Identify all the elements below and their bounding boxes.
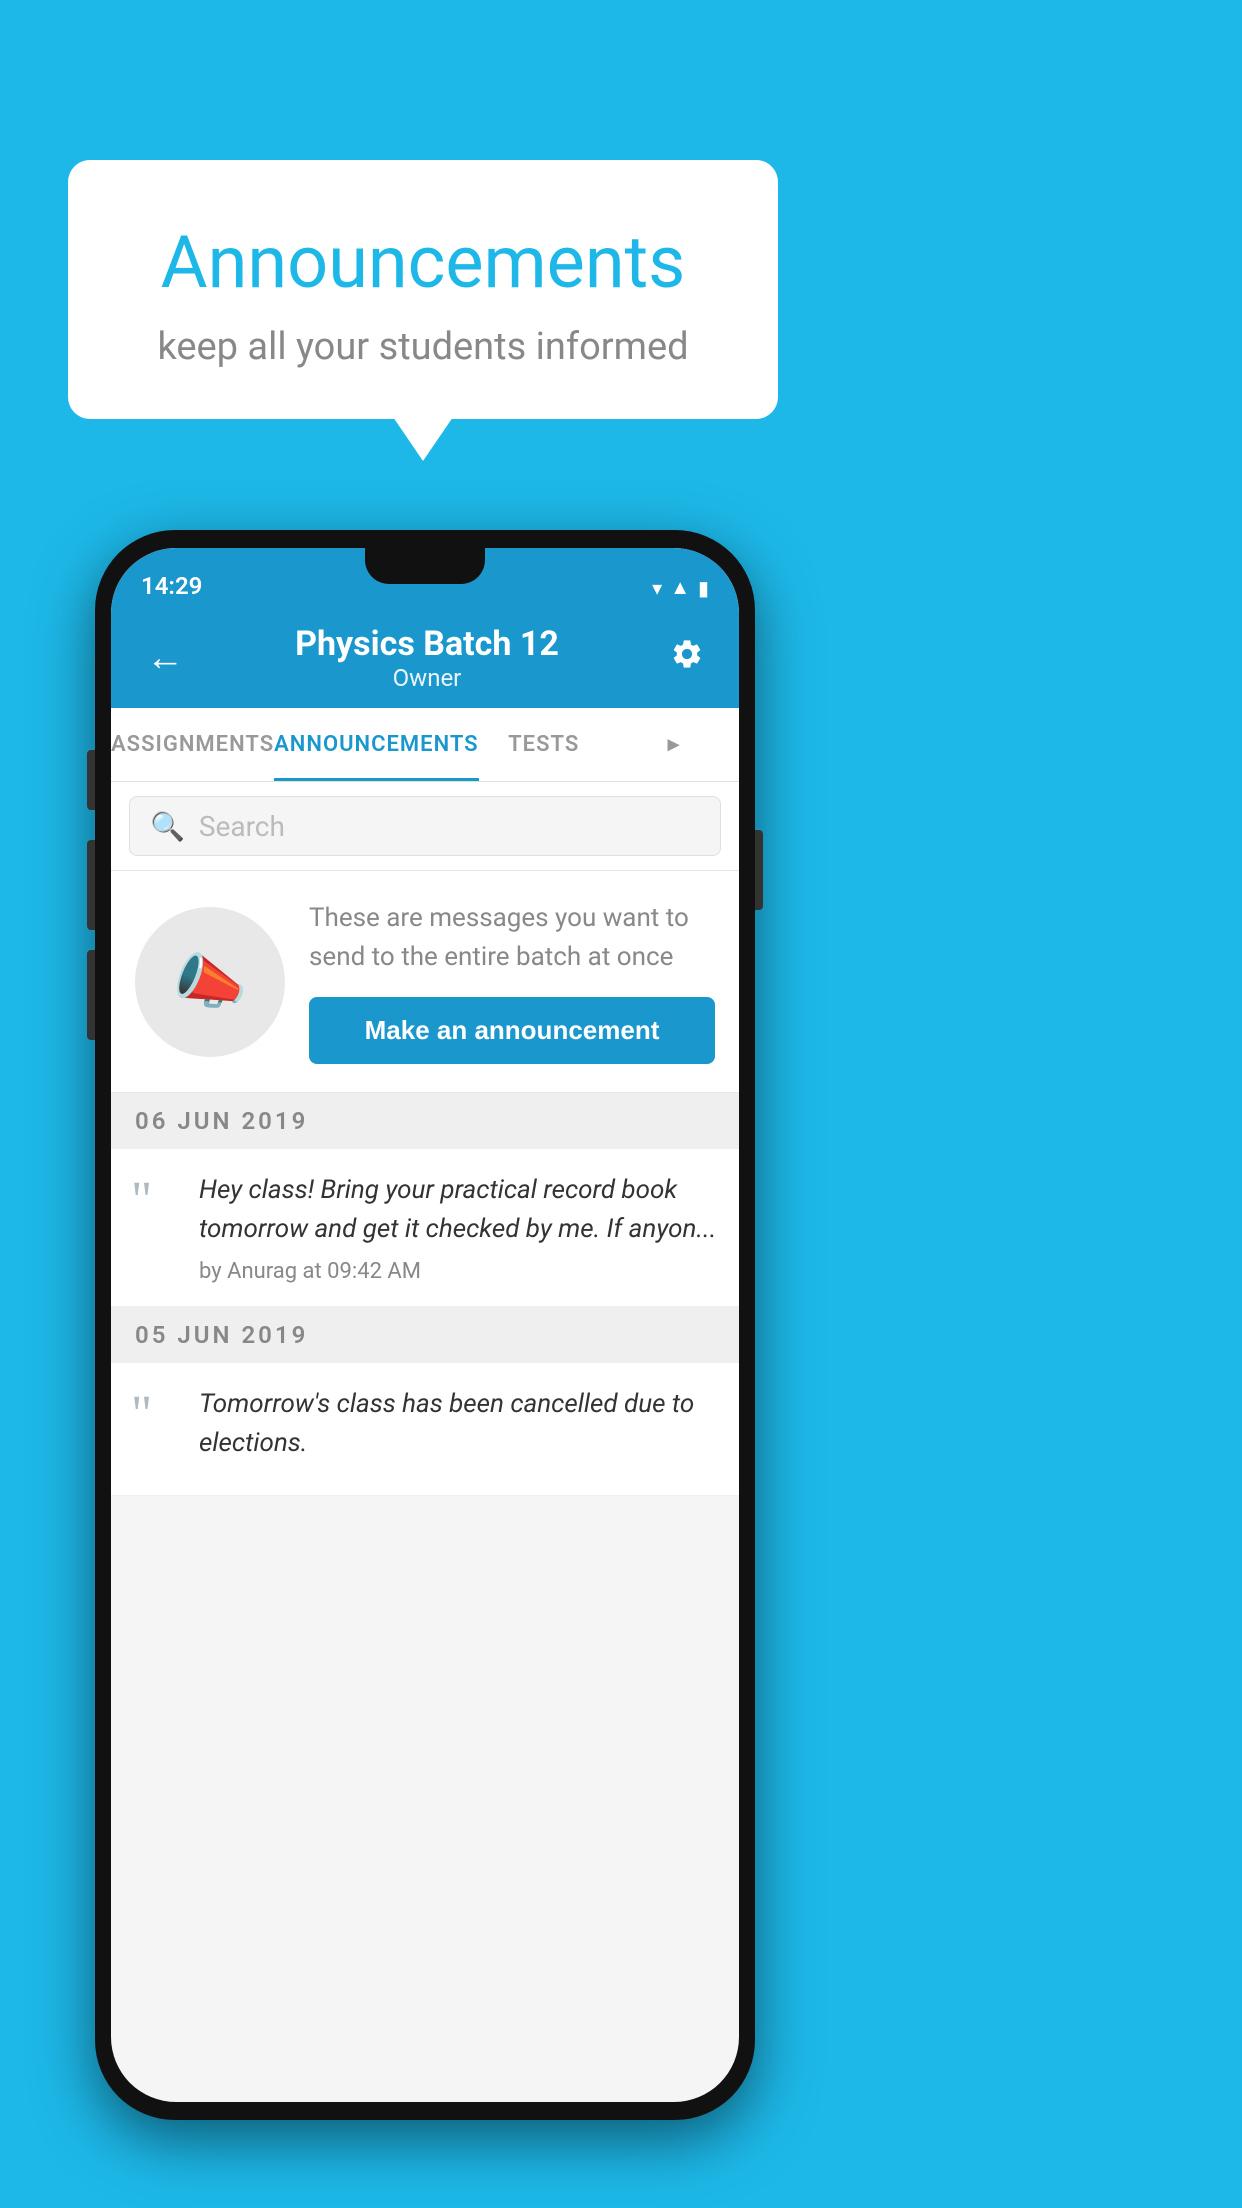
tab-tests[interactable]: TESTS <box>479 708 609 781</box>
announcement-meta-1: by Anurag at 09:42 AM <box>199 1259 719 1284</box>
battery-icon: ▮ <box>698 576 709 600</box>
megaphone-icon: 📣 <box>173 946 248 1017</box>
camera-notch <box>365 548 485 584</box>
phone-mockup: 14:29 ▾ ▲ ▮ ← Physics Batch 12 Owner <box>95 530 755 2120</box>
announcement-icon-circle: 📣 <box>135 907 285 1057</box>
date-separator-2: 05 JUN 2019 <box>111 1307 739 1363</box>
announcement-text-1: Hey class! Bring your practical record b… <box>199 1171 719 1249</box>
speech-bubble-subtitle: keep all your students informed <box>118 325 728 369</box>
settings-button[interactable] <box>660 627 714 690</box>
status-icons: ▾ ▲ ▮ <box>652 575 709 600</box>
quote-icon-1: " <box>131 1175 181 1227</box>
quote-icon-2: " <box>131 1389 181 1441</box>
back-button[interactable]: ← <box>136 626 194 690</box>
app-bar-title-section: Physics Batch 12 Owner <box>194 624 660 692</box>
app-bar-title: Physics Batch 12 <box>194 624 660 664</box>
announcement-promo-right: These are messages you want to send to t… <box>309 899 715 1064</box>
power-button <box>755 830 763 910</box>
search-bar[interactable]: 🔍 Search <box>129 796 721 856</box>
announcement-content-1: Hey class! Bring your practical record b… <box>199 1171 719 1284</box>
screen-content: 14:29 ▾ ▲ ▮ ← Physics Batch 12 Owner <box>111 548 739 2102</box>
announcement-text-2: Tomorrow's class has been cancelled due … <box>199 1385 719 1463</box>
make-announcement-button[interactable]: Make an announcement <box>309 997 715 1064</box>
signal-icon: ▲ <box>670 575 690 600</box>
app-bar: ← Physics Batch 12 Owner <box>111 608 739 708</box>
tab-bar: ASSIGNMENTS ANNOUNCEMENTS TESTS ▸ <box>111 708 739 782</box>
volume-up-button <box>87 840 95 930</box>
search-bar-container: 🔍 Search <box>111 782 739 871</box>
announcement-content-2: Tomorrow's class has been cancelled due … <box>199 1385 719 1473</box>
announcement-item-1[interactable]: " Hey class! Bring your practical record… <box>111 1149 739 1307</box>
announcement-promo-description: These are messages you want to send to t… <box>309 899 715 977</box>
tab-announcements[interactable]: ANNOUNCEMENTS <box>274 708 478 781</box>
speech-bubble: Announcements keep all your students inf… <box>68 160 778 419</box>
tab-assignments[interactable]: ASSIGNMENTS <box>111 708 274 781</box>
status-time: 14:29 <box>141 572 202 600</box>
wifi-icon: ▾ <box>652 576 662 600</box>
announcement-promo: 📣 These are messages you want to send to… <box>111 871 739 1093</box>
app-bar-subtitle: Owner <box>194 664 660 692</box>
announcement-item-2[interactable]: " Tomorrow's class has been cancelled du… <box>111 1363 739 1496</box>
speech-bubble-container: Announcements keep all your students inf… <box>68 160 778 419</box>
phone-outer: 14:29 ▾ ▲ ▮ ← Physics Batch 12 Owner <box>95 530 755 2120</box>
search-icon: 🔍 <box>150 810 185 843</box>
volume-down-button <box>87 950 95 1040</box>
search-placeholder: Search <box>199 810 285 843</box>
mute-button <box>87 750 95 810</box>
tab-more[interactable]: ▸ <box>609 708 739 781</box>
speech-bubble-title: Announcements <box>118 220 728 305</box>
phone-screen: 14:29 ▾ ▲ ▮ ← Physics Batch 12 Owner <box>111 548 739 2102</box>
date-separator-1: 06 JUN 2019 <box>111 1093 739 1149</box>
